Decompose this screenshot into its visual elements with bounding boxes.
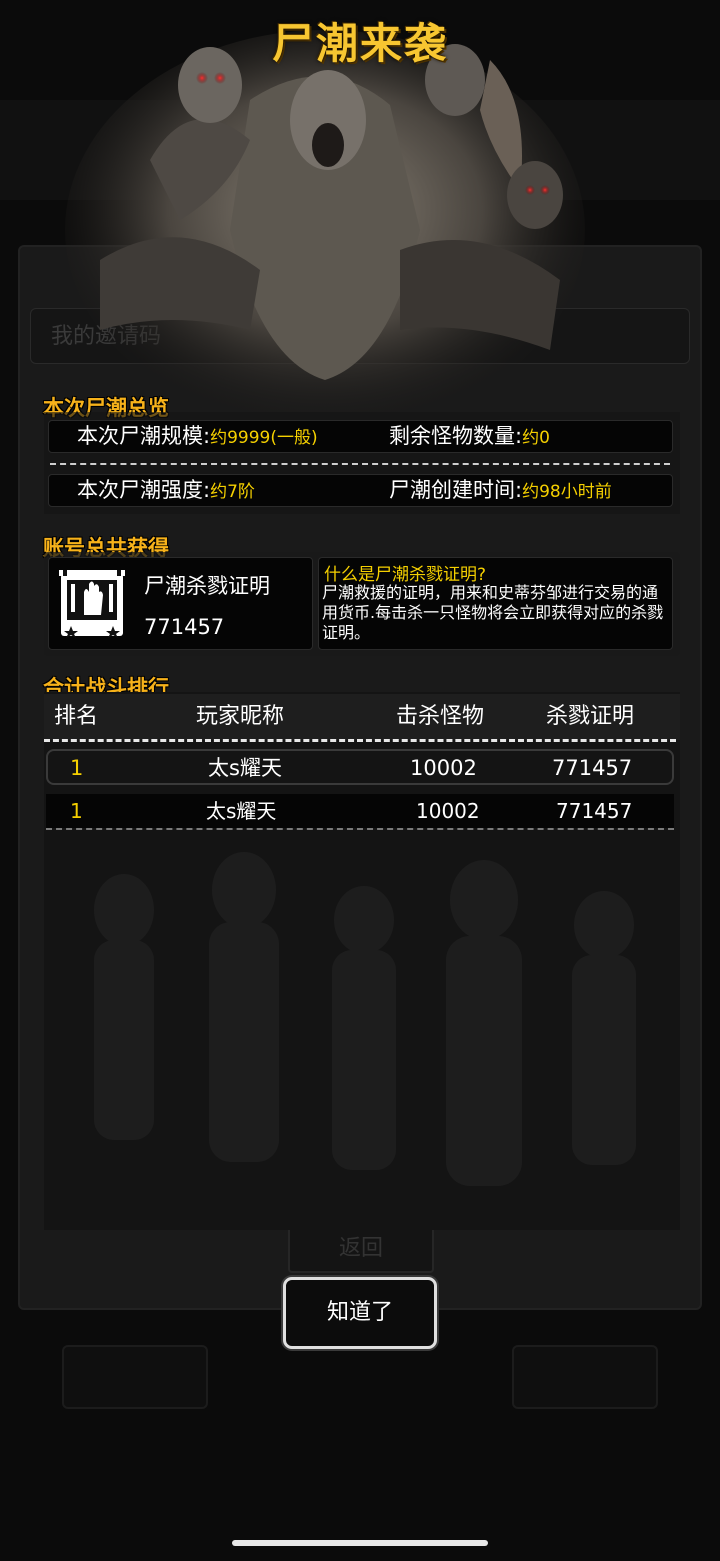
table-row: 1 太s耀天 10002 771457 [46,794,674,830]
scale-label: 本次尸潮规模: [77,424,211,448]
scale-stat: 本次尸潮规模:约9999(一般) [77,421,318,454]
row-certs: 771457 [556,799,633,823]
ranking-header-certs: 杀戮证明 [546,704,635,729]
overview-divider [50,463,670,465]
my-nickname: 太s耀天 [208,756,282,780]
ranking-header-kills: 击杀怪物 [396,704,485,729]
modal-title: 尸潮来袭 [271,19,448,68]
scale-value: 约9999(一般) [210,428,318,448]
strength-value: 约7阶 [210,482,255,502]
strength-stat: 本次尸潮强度:约7阶 [77,475,255,508]
ranking-header-row: 排名 玩家昵称 击杀怪物 杀戮证明 [44,694,680,740]
certificate-name: 尸潮杀戮证明 [144,574,270,598]
ok-button[interactable]: 知道了 [283,1277,437,1349]
ranking-header-divider [44,739,676,742]
remaining-value: 约0 [522,428,550,448]
certificate-info-question: 什么是尸潮杀戮证明? [324,565,487,585]
certificate-info-box: 什么是尸潮杀戮证明? 尸潮救援的证明，用来和史蒂芬邹进行交易的通用货币.每击杀一… [318,557,673,650]
created-label: 尸潮创建时间: [389,478,523,502]
background-bottom-right-button [512,1345,658,1409]
ranking-header-rank: 排名 [54,704,99,729]
kill-certificate-card: 尸潮杀戮证明 771457 [48,557,313,650]
created-value: 约98小时前 [522,482,612,502]
created-stat: 尸潮创建时间:约98小时前 [389,475,612,508]
overview-row-scale: 本次尸潮规模:约9999(一般) 剩余怪物数量:约0 [48,420,673,453]
background-return-button: 返回 [288,1225,434,1273]
my-kills: 10002 [410,756,477,780]
remaining-label: 剩余怪物数量: [389,424,523,448]
zombie-crowd-background [94,852,636,1186]
my-ranking-row: 1 太s耀天 10002 771457 [46,749,674,785]
row-kills: 10002 [416,799,480,823]
background-bottom-left-button [62,1345,208,1409]
row-rank: 1 [70,799,83,823]
overview-row-strength: 本次尸潮强度:约7阶 尸潮创建时间:约98小时前 [48,474,673,507]
remaining-stat: 剩余怪物数量:约0 [389,421,550,454]
kill-certificate-icon [59,570,125,638]
certificate-count: 771457 [144,615,225,639]
strength-label: 本次尸潮强度: [77,478,211,502]
row-nickname: 太s耀天 [206,799,277,823]
home-indicator[interactable] [232,1540,488,1546]
ranking-header-name: 玩家昵称 [196,704,285,729]
my-rank: 1 [70,756,84,780]
certificate-info-description: 尸潮救援的证明，用来和史蒂芬邹进行交易的通用货币.每击杀一只怪物将会立即获得对应… [322,583,664,642]
my-certs: 771457 [552,756,633,780]
